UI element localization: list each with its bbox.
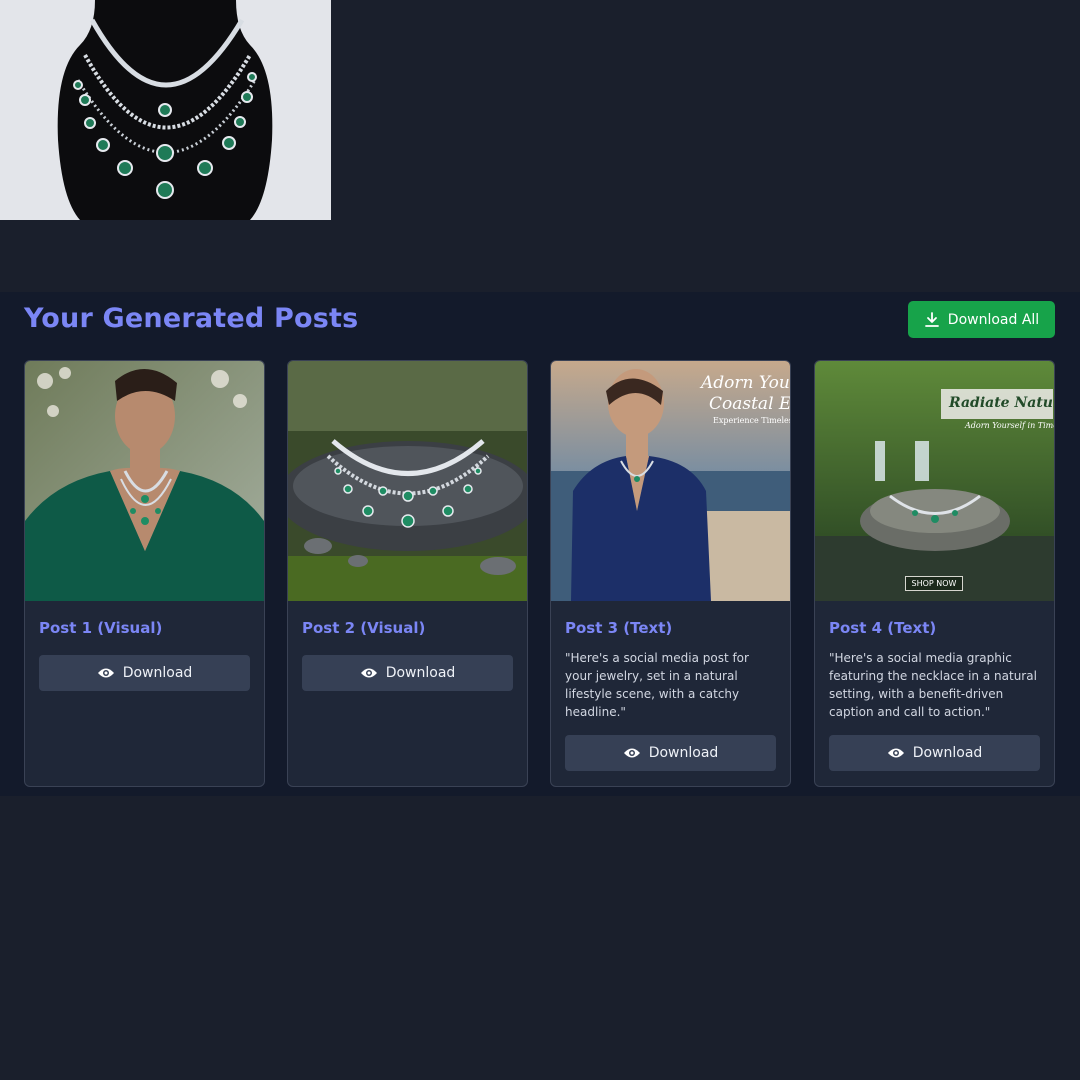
post-2-download-label: Download — [385, 665, 456, 681]
post-3-download-button[interactable]: Download — [565, 735, 776, 771]
post-card-2: Post 2 (Visual) Download — [287, 360, 528, 787]
eye-icon — [97, 667, 115, 679]
post-2-download-button[interactable]: Download — [302, 655, 513, 691]
post-1-download-button[interactable]: Download — [39, 655, 250, 691]
eye-icon — [887, 747, 905, 759]
post-card-4: Radiate Natural Adorn Yourself in Timele… — [814, 360, 1055, 787]
eye-icon — [360, 667, 378, 679]
post-4-overlay-headline: Radiate Natural — [949, 395, 1054, 411]
section-title: Your Generated Posts — [24, 303, 359, 334]
post-4-title: Post 4 (Text) — [829, 619, 937, 637]
post-card-1: Post 1 (Visual) Download — [24, 360, 265, 787]
post-3-download-label: Download — [648, 745, 719, 761]
post-1-download-label: Download — [122, 665, 193, 681]
download-icon — [924, 311, 940, 328]
download-all-label: Download All — [947, 311, 1040, 328]
post-4-image: Radiate Natural Adorn Yourself in Timele… — [815, 361, 1054, 601]
post-card-3: Adorn Yourself Coastal Elegance Experien… — [550, 360, 791, 787]
post-4-download-label: Download — [912, 745, 983, 761]
post-4-cta: SHOP NOW — [905, 576, 963, 591]
post-3-image: Adorn Yourself Coastal Elegance Experien… — [551, 361, 790, 601]
post-3-overlay-headline-1: Adorn Yourself — [701, 373, 790, 393]
post-1-image — [25, 361, 264, 601]
post-2-title: Post 2 (Visual) — [302, 619, 426, 637]
post-4-download-button[interactable]: Download — [829, 735, 1040, 771]
post-2-image — [288, 361, 527, 601]
post-3-title: Post 3 (Text) — [565, 619, 673, 637]
eye-icon — [623, 747, 641, 759]
uploaded-product-image — [0, 0, 331, 220]
post-3-overlay-headline-2: Coastal Elegance — [709, 394, 790, 414]
post-4-description: "Here's a social media graphic featuring… — [829, 651, 1037, 719]
post-4-overlay-tagline: Adorn Yourself in Timeless — [965, 421, 1054, 430]
download-all-button[interactable]: Download All — [908, 301, 1055, 338]
post-3-description: "Here's a social media post for your jew… — [565, 651, 749, 719]
post-3-overlay-tagline: Experience Timeless E — [713, 416, 790, 425]
post-1-title: Post 1 (Visual) — [39, 619, 163, 637]
